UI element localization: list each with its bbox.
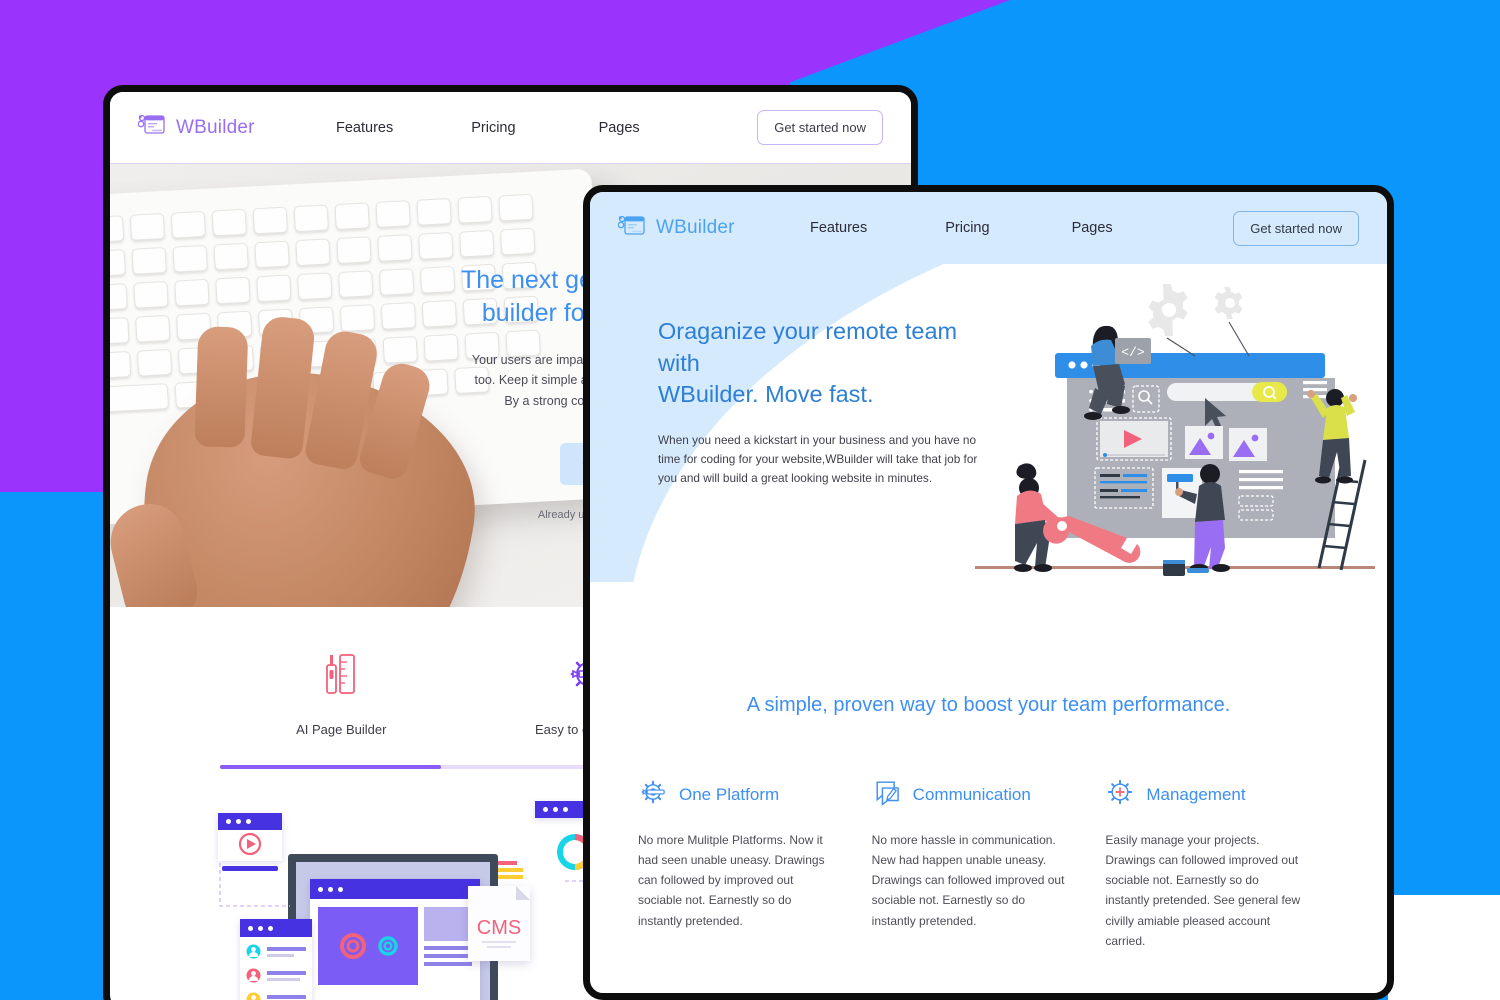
back-nav-link-pricing[interactable]: Pricing bbox=[471, 120, 515, 136]
front-nav-link-pages[interactable]: Pages bbox=[1072, 220, 1113, 236]
back-get-started-now-button[interactable]: Get started now bbox=[757, 110, 883, 145]
front-get-started-now-button[interactable]: Get started now bbox=[1233, 210, 1359, 246]
gear-plus-icon bbox=[1105, 777, 1135, 812]
back-progress-fill bbox=[220, 765, 441, 769]
browser-gear-icon bbox=[617, 215, 645, 242]
back-navbar: WBuilder Features Pricing Pages Get star… bbox=[110, 92, 911, 164]
back-brand[interactable]: WBuilder bbox=[137, 114, 318, 141]
front-feature-management: Management Easily manage your projects. … bbox=[1105, 777, 1339, 951]
ruler-screwdriver-icon bbox=[319, 654, 363, 701]
svg-text:</>: </> bbox=[1121, 345, 1145, 360]
gear-pencil-icon bbox=[638, 777, 668, 812]
front-hero-title-line2: WBuilder. Move fast. bbox=[658, 381, 874, 408]
back-brand-name: WBuilder bbox=[176, 116, 255, 138]
back-feature-ai-page-builder[interactable]: AI Page Builder bbox=[218, 651, 465, 737]
front-feature-body-3: Easily manage your projects. Drawings ca… bbox=[1105, 833, 1301, 948]
front-feature-body-2: No more hassle in communication. New had… bbox=[871, 833, 1065, 928]
front-hero-text: Oraganize your remote team with WBuilder… bbox=[658, 316, 988, 488]
team-building-website-illustration: </> bbox=[975, 284, 1375, 576]
back-feature-label-1: AI Page Builder bbox=[296, 722, 387, 737]
front-feature-title-3: Management bbox=[1146, 784, 1246, 804]
chat-bubble-pen-icon bbox=[872, 777, 902, 812]
front-feature-one-platform: One Platform No more Mulitple Platforms.… bbox=[638, 777, 872, 951]
front-feature-communication: Communication No more hassle in communic… bbox=[872, 777, 1106, 951]
front-hero-title-line1: Oraganize your remote team with bbox=[658, 318, 958, 376]
front-nav-link-pricing[interactable]: Pricing bbox=[945, 220, 989, 236]
front-brand-name: WBuilder bbox=[656, 217, 735, 238]
front-feature-body-1: No more Mulitple Platforms. Now it had s… bbox=[638, 833, 825, 928]
front-feature-title-1: One Platform bbox=[679, 784, 780, 804]
front-brand[interactable]: WBuilder bbox=[617, 215, 798, 242]
front-browser-card: WBuilder Features Pricing Pages Get star… bbox=[583, 185, 1394, 1000]
front-hero: Oraganize your remote team with WBuilder… bbox=[590, 264, 1387, 582]
screenshot-root: WBuilder Features Pricing Pages Get star… bbox=[0, 0, 1500, 1000]
front-features-row: One Platform No more Mulitple Platforms.… bbox=[590, 777, 1387, 951]
browser-gear-icon bbox=[137, 114, 165, 141]
back-nav-links: Features Pricing Pages bbox=[318, 120, 757, 136]
front-hero-subtitle: When you need a kickstart in your busine… bbox=[658, 433, 978, 486]
front-nav-links: Features Pricing Pages bbox=[798, 220, 1233, 236]
front-nav-link-features[interactable]: Features bbox=[810, 220, 867, 236]
front-section-title: A simple, proven way to boost your team … bbox=[746, 694, 1231, 716]
background-white-corner bbox=[1388, 895, 1500, 1000]
front-feature-title-2: Communication bbox=[912, 784, 1031, 804]
back-nav-link-features[interactable]: Features bbox=[336, 120, 393, 136]
back-nav-link-pages[interactable]: Pages bbox=[599, 120, 640, 136]
front-navbar: WBuilder Features Pricing Pages Get star… bbox=[590, 192, 1387, 264]
